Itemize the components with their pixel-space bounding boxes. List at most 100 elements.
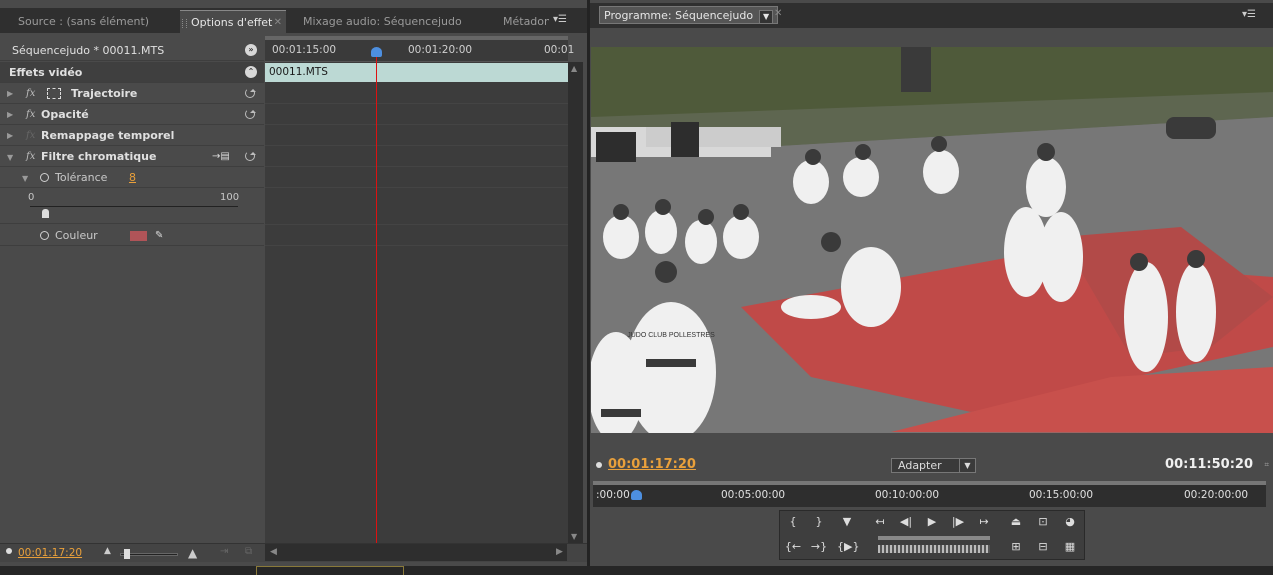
stopwatch-icon[interactable] bbox=[40, 173, 49, 182]
collapse-icon[interactable]: ⌃ bbox=[245, 66, 257, 78]
expand-icon[interactable]: ▶ bbox=[7, 104, 13, 125]
tolerance-slider-row: 0 100 bbox=[0, 188, 264, 224]
fx-icon[interactable]: fx bbox=[26, 146, 35, 167]
chevron-down-icon[interactable]: ▼ bbox=[959, 459, 975, 472]
tolerance-slider-thumb[interactable] bbox=[42, 209, 49, 218]
fx-icon[interactable]: fx bbox=[26, 104, 35, 125]
fx-icon: fx bbox=[26, 130, 36, 141]
effect-row-opacite[interactable]: ▶ fx Opacité bbox=[0, 104, 264, 125]
judo-video-image: JUDO CLUB POLLESTRES bbox=[591, 47, 1273, 433]
fx-icon[interactable]: fx bbox=[26, 83, 35, 104]
color-row: Couleur ✎ bbox=[0, 225, 264, 246]
effect-label: Opacité bbox=[41, 108, 89, 121]
tab-program[interactable]: Programme: Séquencejudo ▼ bbox=[599, 6, 779, 24]
divider bbox=[265, 224, 568, 225]
vertical-scrollbar[interactable]: ▲ ▼ bbox=[568, 62, 583, 543]
safe-margins-icon[interactable]: ⊡ bbox=[1033, 513, 1053, 531]
extract-icon[interactable]: ⊞ bbox=[1006, 538, 1026, 556]
scroll-left-icon[interactable]: ◀ bbox=[270, 547, 277, 557]
playhead-line[interactable] bbox=[376, 54, 377, 543]
time-ruler[interactable]: 00:01:15:00 00:01:20:00 00:01 bbox=[265, 40, 574, 62]
current-timecode[interactable]: 00:01:17:20 bbox=[18, 547, 82, 559]
timecode-row: 00:01:17:20 Adapter ▼ 00:11:50:20 ⌗ bbox=[590, 455, 1273, 475]
export-frame-icon[interactable]: ⊟ bbox=[1033, 538, 1053, 556]
program-tab-label: Programme: Séquencejudo bbox=[604, 9, 754, 22]
reset-icon[interactable] bbox=[245, 88, 256, 98]
panel-menu-icon[interactable]: ▾☰ bbox=[553, 14, 567, 25]
panel-menu-icon[interactable]: ▾☰ bbox=[1242, 9, 1256, 20]
divider bbox=[265, 245, 568, 246]
eyedropper-icon[interactable]: ✎ bbox=[155, 225, 163, 246]
go-to-in-icon[interactable]: ↤ bbox=[870, 513, 890, 531]
horizontal-scrollbar[interactable] bbox=[265, 544, 567, 561]
tolerance-slider-track[interactable] bbox=[30, 206, 238, 207]
chevron-down-icon[interactable]: ▼ bbox=[759, 10, 774, 24]
divider bbox=[265, 187, 568, 188]
effect-row-filtre-chromatique[interactable]: ▼ fx Filtre chromatique →▤ bbox=[0, 146, 264, 167]
fit-select-value: Adapter bbox=[898, 459, 942, 472]
collapse-icon[interactable]: ▼ bbox=[7, 147, 13, 168]
go-to-previous-edit-icon[interactable]: {← bbox=[783, 538, 803, 556]
playhead-icon[interactable] bbox=[631, 490, 642, 500]
color-label: Couleur bbox=[55, 229, 98, 242]
tab-effect-options[interactable]: Options d'effet ✕ bbox=[180, 10, 286, 33]
output-icon[interactable]: ◕ bbox=[1060, 513, 1080, 531]
reset-icon[interactable] bbox=[245, 109, 256, 119]
zoom-out-icon[interactable]: ▲ bbox=[104, 546, 111, 556]
effect-label: Trajectoire bbox=[71, 87, 138, 100]
playhead-icon[interactable] bbox=[371, 47, 382, 57]
active-bottom-tab[interactable] bbox=[256, 566, 404, 575]
jog-slider[interactable] bbox=[878, 536, 990, 540]
reset-icon[interactable] bbox=[245, 151, 256, 161]
color-swatch[interactable] bbox=[130, 231, 147, 241]
add-marker-icon[interactable]: ▼ bbox=[837, 513, 857, 531]
zoom-slider-thumb[interactable] bbox=[124, 549, 130, 559]
show-timeline-icon[interactable]: » bbox=[245, 44, 257, 56]
tab-audio-mixer[interactable]: Mixage audio: Séquencejudo bbox=[291, 10, 487, 33]
tab-source-label: Source : (sans élément) bbox=[18, 15, 150, 28]
next-keyframe-icon: ⇥ bbox=[220, 546, 229, 557]
tab-metadata[interactable]: Métadon bbox=[491, 10, 549, 33]
scroll-up-icon[interactable]: ▲ bbox=[571, 64, 577, 73]
expand-icon[interactable]: ▶ bbox=[7, 83, 13, 104]
ruler-tick: 00:01:15:00 bbox=[272, 44, 337, 56]
play-icon[interactable]: ▶ bbox=[922, 513, 942, 531]
collapse-icon[interactable]: ▼ bbox=[22, 168, 28, 189]
close-icon[interactable]: ✕ bbox=[274, 11, 282, 33]
program-current-timecode[interactable]: 00:01:17:20 bbox=[608, 457, 696, 472]
effects-list: Séquencejudo * 00011.MTS » Effets vidéo … bbox=[0, 40, 264, 543]
resize-icon[interactable]: ⌗ bbox=[1264, 460, 1269, 470]
mark-in-icon[interactable]: { bbox=[783, 513, 803, 531]
add-keyframe-icon[interactable]: →▤ bbox=[212, 146, 230, 167]
tolerance-value[interactable]: 8 bbox=[129, 167, 136, 188]
video-effects-header: Effets vidéo ⌃ bbox=[0, 62, 264, 83]
close-icon[interactable]: ✕ bbox=[774, 8, 782, 19]
go-to-out-icon[interactable]: ↦ bbox=[974, 513, 994, 531]
fit-select[interactable]: Adapter ▼ bbox=[891, 458, 976, 473]
trim-icon[interactable]: ▦ bbox=[1060, 538, 1080, 556]
timecode-dot-icon bbox=[596, 462, 602, 468]
tab-source[interactable]: Source : (sans élément) bbox=[6, 10, 178, 33]
timecode-dot-icon bbox=[6, 548, 12, 554]
go-to-next-edit-icon[interactable]: →} bbox=[809, 538, 829, 556]
effect-row-remappage[interactable]: ▶ fx Remappage temporel bbox=[0, 125, 264, 146]
motion-transform-icon[interactable] bbox=[47, 88, 61, 99]
program-time-ruler[interactable]: :00:00 00:05:00:00 00:10:00:00 00:15:00:… bbox=[593, 481, 1266, 507]
clip-bar[interactable]: 00011.MTS bbox=[265, 63, 568, 82]
step-back-icon[interactable]: ◀| bbox=[896, 513, 916, 531]
mark-out-icon[interactable]: } bbox=[809, 513, 829, 531]
effect-timeline[interactable]: 00:01:15:00 00:01:20:00 00:01 00011.MTS bbox=[265, 36, 574, 543]
effect-row-trajectoire[interactable]: ▶ fx Trajectoire bbox=[0, 83, 264, 104]
play-in-to-out-icon[interactable]: {▶} bbox=[837, 538, 859, 556]
expand-icon[interactable]: ▶ bbox=[7, 125, 13, 146]
section-title: Effets vidéo bbox=[9, 66, 83, 79]
tab-metadata-label: Métadon bbox=[503, 15, 549, 28]
step-forward-icon[interactable]: |▶ bbox=[948, 513, 968, 531]
shuttle-slider[interactable] bbox=[878, 545, 990, 553]
zoom-in-icon[interactable]: ▲ bbox=[188, 546, 197, 560]
sequence-header: Séquencejudo * 00011.MTS bbox=[12, 44, 165, 57]
stopwatch-icon[interactable] bbox=[40, 231, 49, 240]
scroll-right-icon[interactable]: ▶ bbox=[556, 547, 563, 557]
scroll-down-icon[interactable]: ▼ bbox=[571, 532, 577, 541]
lift-icon[interactable]: ⏏ bbox=[1006, 513, 1026, 531]
